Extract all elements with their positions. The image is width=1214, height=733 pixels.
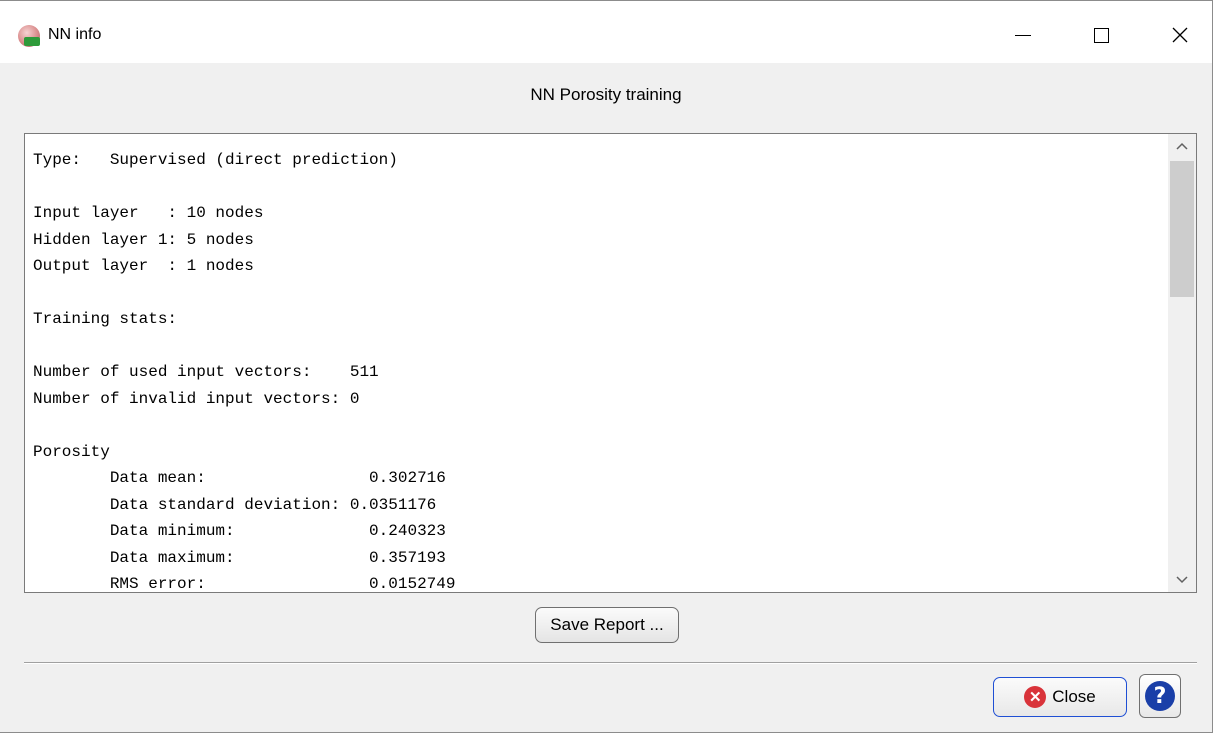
minimize-icon: [1015, 34, 1031, 36]
separator: [24, 662, 1197, 664]
report-line: Number of used input vectors: 511: [33, 363, 379, 381]
report-line: [33, 333, 1166, 360]
report-text-area[interactable]: Type: Supervised (direct prediction) Inp…: [24, 133, 1197, 593]
dialog-caption: NN Porosity training: [530, 85, 682, 104]
maximize-icon: [1093, 27, 1109, 43]
scroll-up-arrow-icon[interactable]: [1168, 134, 1196, 158]
maximize-button[interactable]: [1078, 15, 1124, 55]
report-line: Data maximum: 0.357193: [33, 548, 446, 567]
report-line: Number of invalid input vectors: 0: [33, 389, 360, 408]
report-line: [33, 174, 1166, 201]
report-line: Training stats:: [33, 310, 178, 328]
save-report-button[interactable]: Save Report ...: [535, 607, 679, 643]
title-bar: NN info: [0, 1, 1212, 63]
report-line: Hidden layer 1: 5 nodes: [33, 230, 254, 249]
scroll-down-arrow-icon[interactable]: [1168, 568, 1196, 592]
report-line: Type: Supervised (direct prediction): [33, 151, 398, 169]
report-line: Input layer : 10 nodes: [33, 204, 264, 222]
window-title: NN info: [48, 26, 102, 43]
report-line: Data standard deviation: 0.0351176: [33, 495, 437, 514]
report-line: Output layer : 1 nodes: [33, 257, 254, 275]
scroll-thumb[interactable]: [1170, 161, 1194, 297]
close-button[interactable]: ✕ Close: [993, 677, 1127, 717]
window-close-button[interactable]: [1157, 15, 1203, 55]
close-button-label: Close: [1052, 687, 1096, 706]
report-line: [33, 412, 1166, 439]
help-button[interactable]: ?: [1139, 674, 1181, 718]
close-circle-icon: ✕: [1024, 686, 1047, 708]
report-line: RMS error: 0.0152749: [33, 575, 456, 593]
close-x-icon: [1172, 27, 1188, 43]
app-icon: [18, 25, 40, 47]
report-content: Type: Supervised (direct prediction) Inp…: [33, 147, 1166, 593]
report-line: Porosity: [33, 442, 110, 461]
help-icon: ?: [1145, 681, 1175, 711]
report-line: [33, 280, 1166, 307]
report-line: Data mean: 0.302716: [33, 469, 446, 487]
nn-info-window: NN info NN Porosity training Type: Super…: [0, 0, 1213, 733]
minimize-button[interactable]: [1000, 15, 1046, 55]
vertical-scrollbar[interactable]: [1168, 134, 1196, 592]
report-line: Data minimum: 0.240323: [33, 522, 446, 540]
